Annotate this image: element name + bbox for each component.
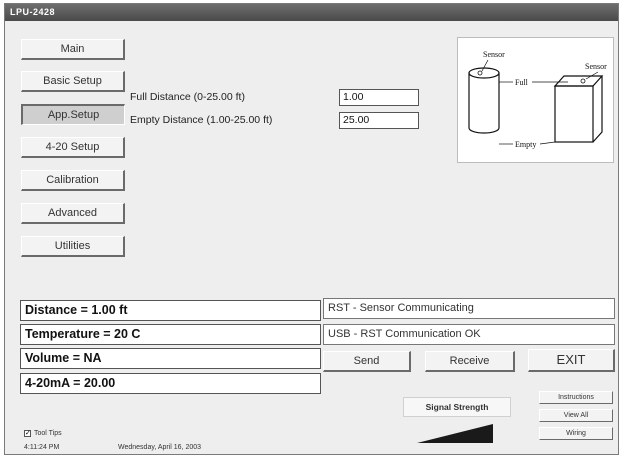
nav-basic-setup-button[interactable]: Basic Setup: [21, 71, 125, 92]
sensor-status-message: RST - Sensor Communicating: [323, 298, 615, 319]
tooltips-checkbox[interactable]: ✓: [24, 430, 31, 437]
usb-status-message: USB - RST Communication OK: [323, 324, 615, 345]
nav-main-button[interactable]: Main: [21, 39, 125, 60]
nav-calibration-button[interactable]: Calibration: [21, 170, 125, 191]
distance-readout: Distance = 1.00 ft: [20, 300, 321, 321]
empty-label: Empty: [515, 140, 536, 149]
tank-diagram: Sensor Sensor Full Empty: [457, 37, 614, 163]
nav-utilities-button[interactable]: Utilities: [21, 236, 125, 257]
window-title: LPU-2428: [5, 4, 618, 21]
temperature-readout: Temperature = 20 C: [20, 324, 321, 345]
footer-time: 4:11:24 PM: [24, 444, 60, 451]
wiring-button[interactable]: Wiring: [539, 427, 613, 440]
checkmark-icon: ✓: [25, 430, 31, 437]
empty-distance-label: Empty Distance (1.00-25.00 ft): [130, 114, 273, 126]
nav-4-20-setup-button[interactable]: 4-20 Setup: [21, 137, 125, 158]
tooltips-label: Tool Tips: [34, 430, 62, 437]
signal-strength-meter: [417, 424, 493, 443]
volume-readout: Volume = NA: [20, 348, 321, 369]
current-readout: 4-20mA = 20.00: [20, 373, 321, 394]
view-all-button[interactable]: View All: [539, 409, 613, 422]
exit-button[interactable]: EXIT: [528, 349, 615, 372]
tank-diagram-drawing: Sensor Sensor Full Empty: [468, 50, 607, 149]
empty-distance-input[interactable]: 25.00: [339, 112, 419, 129]
send-button[interactable]: Send: [323, 351, 411, 372]
full-distance-input[interactable]: 1.00: [339, 89, 419, 106]
instructions-button[interactable]: Instructions: [539, 391, 613, 404]
full-distance-label: Full Distance (0-25.00 ft): [130, 91, 245, 103]
nav-advanced-button[interactable]: Advanced: [21, 203, 125, 224]
main-window: LPU-2428 Main Basic Setup App.Setup 4-20…: [4, 3, 619, 455]
receive-button[interactable]: Receive: [425, 351, 515, 372]
nav-app-setup-button[interactable]: App.Setup: [21, 104, 125, 125]
full-label: Full: [515, 78, 529, 87]
signal-strength-label: Signal Strength: [403, 397, 511, 417]
sensor-left-label: Sensor: [483, 50, 505, 59]
footer-date: Wednesday, April 16, 2003: [118, 444, 202, 451]
sensor-right-label: Sensor: [585, 62, 607, 71]
